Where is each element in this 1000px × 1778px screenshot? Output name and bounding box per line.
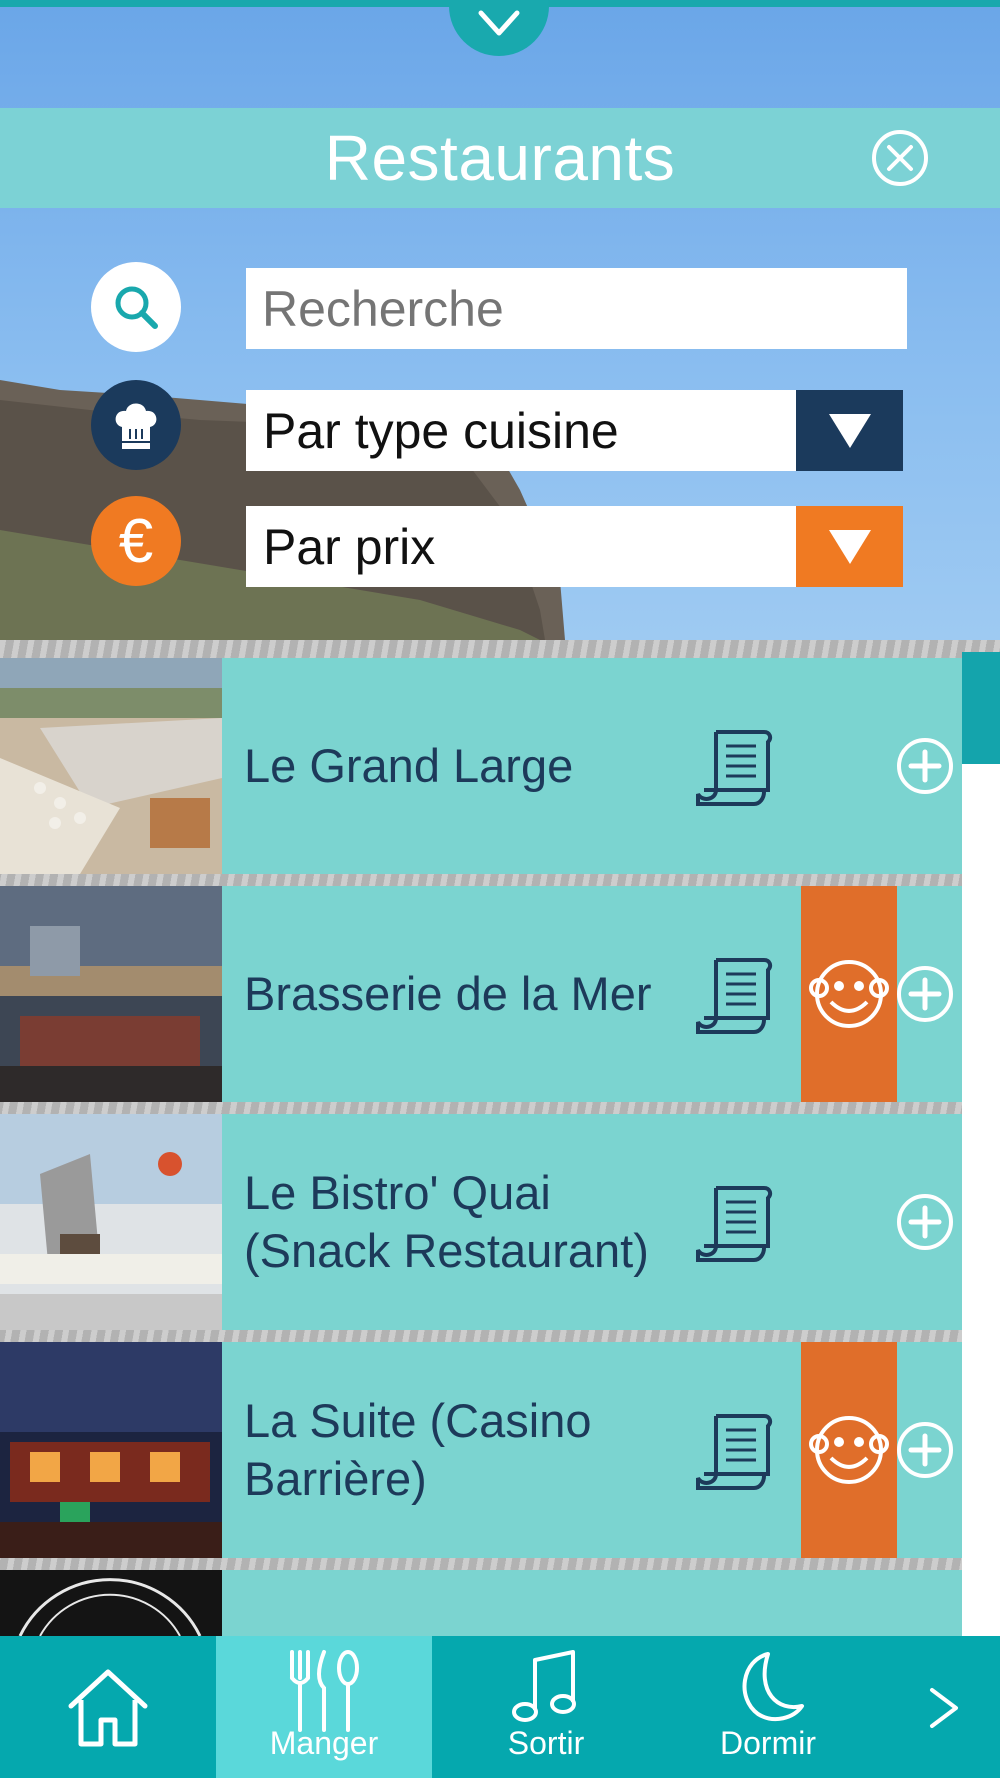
chevron-right-icon[interactable]: [924, 1686, 964, 1730]
restaurant-name: Brasserie de la Mer: [244, 967, 652, 1020]
chevron-down-icon: [478, 10, 520, 36]
list-item[interactable]: La Suite (Casino Barrière): [0, 1342, 962, 1558]
restaurant-photo: [0, 1570, 222, 1636]
nav-label: Dormir: [720, 1725, 816, 1761]
restaurant-photo: [0, 886, 222, 1102]
restaurant-name: Le Bistro' Quai (Snack Restaurant): [244, 1166, 649, 1277]
price-select-value: Par prix: [263, 519, 436, 575]
bottom-nav: Manger Sortir Dormir: [0, 1636, 1000, 1778]
add-icon[interactable]: [895, 736, 955, 796]
kids-friendly-badge: [801, 1342, 897, 1558]
add-icon[interactable]: [895, 1192, 955, 1252]
fork-knife-spoon-icon: [290, 1650, 359, 1732]
scrollbar-thumb[interactable]: [962, 652, 1000, 764]
menu-scroll-icon[interactable]: [694, 954, 778, 1038]
price-select[interactable]: Par prix: [246, 506, 903, 587]
nav-home[interactable]: [0, 1636, 216, 1778]
monkey-face-icon: [809, 1416, 889, 1484]
cuisine-select[interactable]: Par type cuisine: [246, 390, 903, 471]
menu-scroll-icon[interactable]: [694, 1410, 778, 1494]
restaurant-photo: [0, 658, 222, 874]
restaurant-card[interactable]: Le Bistro' Quai (Snack Restaurant): [222, 1114, 962, 1330]
scrollbar-track[interactable]: [962, 652, 1000, 1640]
page-title: Restaurants: [324, 122, 676, 194]
restaurant-name: Le Grand Large: [244, 739, 574, 792]
kids-friendly-badge: [801, 886, 897, 1102]
music-note-icon: [512, 1650, 576, 1722]
nav-sortir[interactable]: Sortir: [438, 1636, 654, 1778]
dropdown-arrow-icon[interactable]: [796, 390, 903, 471]
add-icon[interactable]: [895, 1420, 955, 1480]
restaurant-card[interactable]: Brasserie de la Mer: [222, 886, 962, 1102]
cuisine-select-value: Par type cuisine: [263, 403, 619, 459]
restaurant-card[interactable]: La Suite (Casino Barrière): [222, 1342, 962, 1558]
moon-icon: [742, 1652, 804, 1722]
close-circle-icon[interactable]: [870, 128, 930, 188]
search-icon: [91, 262, 181, 352]
search-input[interactable]: [246, 268, 907, 349]
restaurant-photo: [0, 1342, 222, 1558]
nav-manger[interactable]: Manger: [216, 1636, 432, 1778]
nav-label: Sortir: [507, 1725, 585, 1761]
menu-scroll-icon[interactable]: [694, 726, 778, 810]
home-icon: [68, 1669, 148, 1747]
restaurant-photo: [0, 1114, 222, 1330]
list-item[interactable]: Le Grand Large: [0, 658, 962, 874]
list-item[interactable]: Brasserie de la Mer: [0, 886, 962, 1102]
chef-hat-icon: [91, 380, 181, 470]
restaurant-name: La Suite (Casino Barrière): [244, 1394, 592, 1505]
list-item[interactable]: [0, 1570, 962, 1636]
add-icon[interactable]: [895, 964, 955, 1024]
title-bar: Restaurants: [0, 108, 1000, 208]
euro-icon: €: [91, 496, 181, 586]
restaurant-card[interactable]: Le Grand Large: [222, 658, 962, 874]
monkey-face-icon: [809, 960, 889, 1028]
menu-scroll-icon[interactable]: [694, 1182, 778, 1266]
dropdown-arrow-icon[interactable]: [796, 506, 903, 587]
list-item[interactable]: Le Bistro' Quai (Snack Restaurant): [0, 1114, 962, 1330]
nav-dormir[interactable]: Dormir: [660, 1636, 876, 1778]
restaurant-card[interactable]: [222, 1570, 962, 1636]
nav-label: Manger: [269, 1725, 379, 1761]
